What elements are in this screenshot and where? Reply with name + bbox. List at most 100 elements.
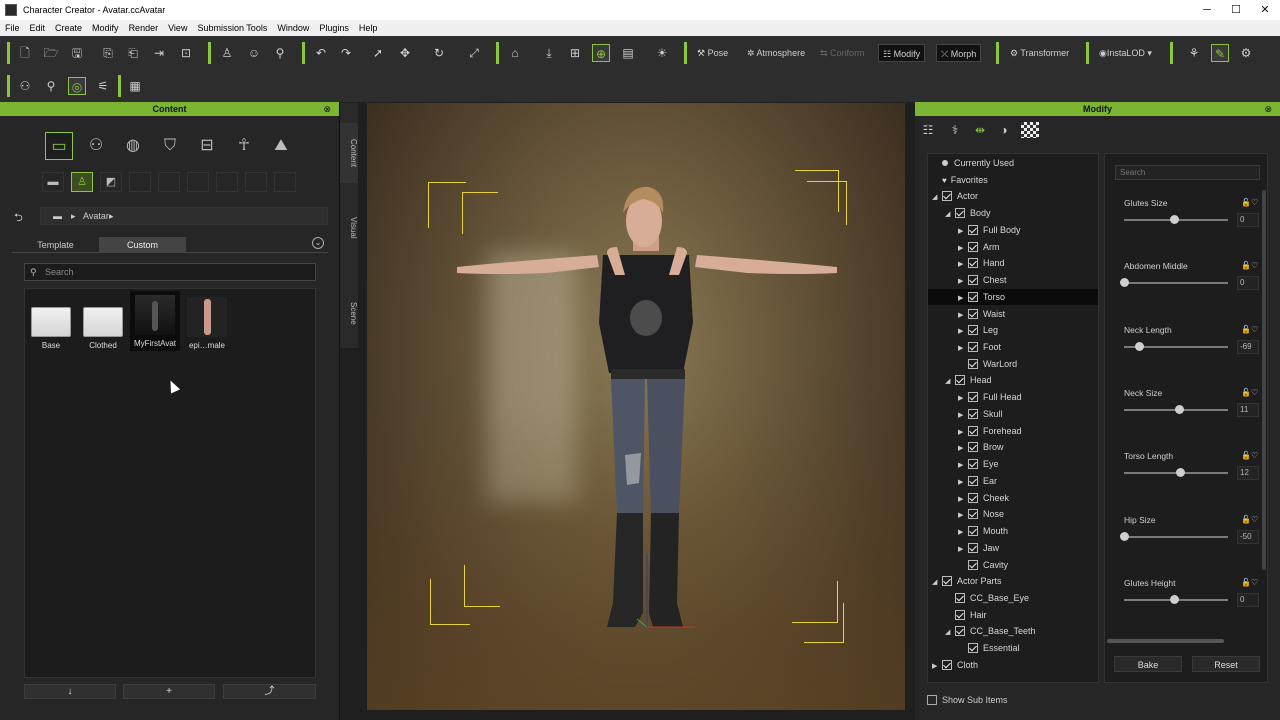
content-item-female[interactable]: epi…male [184,297,230,350]
lock-heart-icons[interactable]: 🔓♡ [1241,198,1258,207]
new-file-icon[interactable]: 🗋 [16,44,34,62]
network-icon[interactable]: ⚙ [1237,44,1255,62]
drop-icon[interactable]: ⤓ [540,44,558,62]
close-button[interactable]: ✕ [1250,0,1280,20]
expand-toggle-icon[interactable]: ▶ [958,291,968,307]
body-category-icon[interactable]: ⚇ [82,132,110,160]
fit-icon[interactable]: ⊞ [566,44,584,62]
tree-item[interactable]: ▶ Hand [958,255,1005,271]
material-category-icon[interactable]: ◍ [119,132,147,160]
checkbox-icon[interactable] [942,576,952,587]
checkbox-icon[interactable] [968,392,978,403]
calendar-icon[interactable]: ▦ [126,77,144,95]
tree-item[interactable]: ▶ Cheek [958,490,1009,506]
content-search-input[interactable]: ⚲ Search [24,263,316,281]
tree-item[interactable]: ▶ Full Body [958,222,1021,238]
expand-toggle-icon[interactable]: ▶ [958,425,968,441]
expand-toggle-icon[interactable]: ▶ [958,475,968,491]
tree-item[interactable]: Essential [958,640,1020,656]
avatar-character[interactable] [457,183,837,703]
checkbox-icon[interactable] [968,442,978,453]
tree-item[interactable]: ▶ Chest [958,272,1007,288]
tree-item[interactable]: ▶ Arm [958,239,1000,255]
apply-button[interactable]: ⤴ [223,684,316,699]
expand-toggle-icon[interactable]: ◢ [945,374,955,390]
tree-item[interactable]: ♥ Favorites [932,172,988,188]
checkbox-icon[interactable] [968,509,978,520]
menu-plugins[interactable]: Plugins [314,23,354,33]
show-sub-items-checkbox[interactable]: Show Sub Items [927,695,1008,705]
sub-slot-5[interactable] [245,172,267,192]
preview-icon[interactable]: ⊡ [177,44,195,62]
maximize-button[interactable]: ☐ [1221,0,1251,20]
tree-item[interactable]: Currently Used [932,155,1014,171]
tree-item[interactable]: ◢ Actor Parts [932,573,1002,589]
expand-toggle-icon[interactable]: ▶ [958,542,968,558]
slider-track[interactable] [1124,535,1228,538]
slider-value-input[interactable]: 12 [1237,466,1259,481]
slider-knob[interactable] [1176,468,1185,478]
menu-edit[interactable]: Edit [25,23,51,33]
checkbox-icon[interactable] [968,291,978,302]
checkbox-icon[interactable] [955,208,965,219]
tree-item[interactable]: ◢ Head [945,372,992,388]
sub-slot-3[interactable] [187,172,209,192]
send-icon[interactable]: ⇥ [150,44,168,62]
tree-item[interactable]: ▶ Skull [958,406,1003,422]
menu-view[interactable]: View [163,23,192,33]
expand-toggle-icon[interactable]: ◢ [945,625,955,641]
tree-item[interactable]: ◢ Actor [932,188,978,204]
instalod-button[interactable]: ◉InstaLOD ▾ [1099,44,1152,62]
content-item-base[interactable]: Base [28,297,74,350]
export-icon[interactable]: ⎗ [124,44,142,62]
checkbox-icon[interactable] [968,475,978,486]
checkbox-icon[interactable] [968,526,978,537]
motion-icon[interactable]: ⚕ [946,122,964,138]
horizontal-scrollbar[interactable] [1107,639,1224,643]
expand-toggle-icon[interactable]: ▶ [958,408,968,424]
content-item-myfirstavatar[interactable]: MyFirstAvat [130,291,180,351]
expand-toggle-icon[interactable]: ▶ [932,659,942,675]
tree-item[interactable]: ▶ Torso [928,288,1098,307]
transformer-button[interactable]: ⚙ Transformer [1010,44,1069,62]
checkbox-icon[interactable] [942,659,952,670]
content-item-clothed[interactable]: Clothed [80,297,126,350]
slider-knob[interactable] [1170,594,1179,604]
checkbox-icon[interactable] [968,308,978,319]
slider-value-input[interactable]: 0 [1237,276,1259,291]
sub-slot-2[interactable] [158,172,180,192]
menu-render[interactable]: Render [124,23,164,33]
3d-viewport[interactable] [367,103,905,710]
frame-selected-icon[interactable]: ⊕ [592,44,610,62]
side-tab-content[interactable]: Content [340,123,358,183]
back-icon[interactable]: ⮌ [14,209,23,228]
add-button[interactable]: + [123,684,215,699]
adjust-sliders-icon[interactable]: ☷ [919,122,937,138]
morph-button[interactable]: ⤫ Morph [936,44,982,62]
checkbox-icon[interactable] [968,492,978,503]
tree-item[interactable]: ▶ Eye [958,456,999,472]
tree-item[interactable]: ◢ CC_Base_Teeth [945,623,1036,639]
sub-morph-icon[interactable]: ◩ [100,172,122,192]
inspect-icon[interactable]: ⚲ [42,77,60,95]
checkbox-icon[interactable] [968,241,978,252]
import-icon[interactable]: ⎘ [99,44,117,62]
checkbox-icon[interactable] [968,224,978,235]
pose-category-icon[interactable]: ☥ [230,132,258,160]
menu-modify[interactable]: Modify [87,23,124,33]
render-mode-icon[interactable]: ▤ [619,44,637,62]
tree-item[interactable]: ▶ Foot [958,339,1001,355]
lock-heart-icons[interactable]: 🔓♡ [1241,261,1258,270]
menu-help[interactable]: Help [354,23,383,33]
morph-slider-icon[interactable]: ⇹ [971,122,989,138]
checkbox-icon[interactable] [968,258,978,269]
scene-category-icon[interactable]: ⛰ [267,132,295,160]
lock-heart-icons[interactable]: 🔓♡ [1241,451,1258,460]
lock-heart-icons[interactable]: 🔓♡ [1241,325,1258,334]
expand-toggle-icon[interactable]: ▶ [958,257,968,273]
head-tool-icon[interactable]: ☺ [245,44,263,62]
tree-item[interactable]: ▶ Cloth [932,657,978,673]
checkbox-icon[interactable] [968,559,978,570]
download-button[interactable]: ↓ [24,684,116,699]
tree-item[interactable]: ▶ Ear [958,473,997,489]
